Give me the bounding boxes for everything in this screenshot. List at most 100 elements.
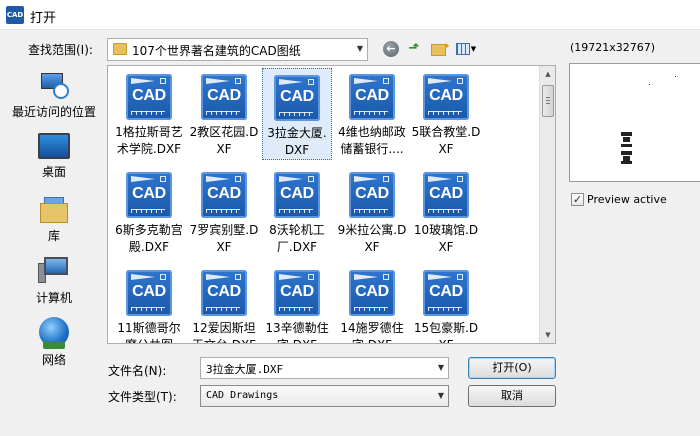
file-item[interactable]: CAD 9米拉公寓.DXF <box>337 166 407 258</box>
file-item-selected[interactable]: CAD 3拉金大厦.DXF <box>262 68 332 160</box>
cad-file-icon: CAD <box>126 172 172 218</box>
preview-active-label: Preview active <box>587 193 667 206</box>
place-recent[interactable]: 最近访问的位置 <box>6 69 102 120</box>
place-label: 网络 <box>41 353 66 367</box>
chevron-down-icon: ▼ <box>356 44 363 53</box>
new-folder-icon <box>430 37 450 57</box>
cad-app-icon: CAD <box>6 6 24 24</box>
file-name-field[interactable]: 3拉金大厦.DXF ▼ <box>200 357 449 379</box>
library-icon <box>38 195 70 223</box>
desktop-icon <box>38 133 70 159</box>
file-list-scrollbar[interactable]: ▲ ▼ <box>539 66 555 343</box>
cad-file-icon: CAD <box>274 270 320 316</box>
up-folder-button[interactable]: ⬏ <box>404 39 424 59</box>
scroll-up-arrow-icon[interactable]: ▲ <box>540 66 556 82</box>
cad-file-icon: CAD <box>201 172 247 218</box>
network-icon <box>39 317 69 349</box>
preview-drawing-mark <box>675 76 676 77</box>
places-bar: 最近访问的位置 桌面 库 计算机 网络 <box>6 65 102 375</box>
computer-icon <box>38 257 70 285</box>
place-label: 计算机 <box>35 291 72 305</box>
place-library[interactable]: 库 <box>6 195 102 244</box>
file-name: 11斯德哥尔摩公共图 <box>117 321 181 343</box>
cad-file-icon: CAD <box>274 75 320 121</box>
file-item[interactable]: CAD 5联合教堂.DXF <box>411 68 481 160</box>
new-folder-button[interactable] <box>428 37 450 59</box>
look-in-dropdown[interactable]: 107个世界著名建筑的CAD图纸 ▼ <box>107 38 368 61</box>
chevron-down-icon[interactable]: ▼ <box>438 363 444 372</box>
cad-file-icon: CAD <box>274 172 320 218</box>
file-item[interactable]: CAD 1格拉斯哥艺术学院.DXF <box>114 68 184 160</box>
chevron-down-icon: ▼ <box>437 391 444 400</box>
title-bar: CAD 打开 <box>0 0 700 30</box>
recent-places-icon <box>39 69 69 99</box>
folder-icon <box>113 43 127 55</box>
file-name-value: 3拉金大厦.DXF <box>206 363 284 376</box>
cad-file-icon: CAD <box>349 270 395 316</box>
cad-file-icon: CAD <box>423 74 469 120</box>
place-desktop[interactable]: 桌面 <box>6 133 102 180</box>
preview-active-checkbox[interactable]: ✓ <box>571 193 584 206</box>
preview-drawing-mark <box>621 151 632 155</box>
preview-drawing-mark <box>621 161 632 164</box>
file-item[interactable]: CAD 7罗宾别墅.DXF <box>189 166 259 258</box>
file-item[interactable]: CAD 6斯多克勒宫殿.DXF <box>114 166 184 258</box>
file-name: 7罗宾别墅.DXF <box>189 223 259 254</box>
cad-file-icon: CAD <box>201 74 247 120</box>
file-item[interactable]: CAD 10玻璃馆.DXF <box>411 166 481 258</box>
preview-dimensions: (19721x32767) <box>570 41 656 54</box>
file-name: 2教区花园.DXF <box>189 125 259 156</box>
file-type-label: 文件类型(T): <box>108 390 177 404</box>
cad-file-icon: CAD <box>126 270 172 316</box>
view-menu-button[interactable]: ▼ <box>451 39 481 59</box>
file-name-label: 文件名(N): <box>108 364 167 378</box>
cancel-button[interactable]: 取消 <box>468 385 556 407</box>
file-type-select[interactable]: CAD Drawings ▼ <box>200 385 449 407</box>
back-button[interactable]: ← <box>381 39 401 59</box>
window-title: 打开 <box>30 11 57 26</box>
open-button[interactable]: 打开(O) <box>468 357 556 379</box>
file-item[interactable]: CAD 12爱因斯坦天文台.DXF <box>189 264 259 343</box>
file-name: 6斯多克勒宫殿.DXF <box>115 223 183 254</box>
file-item[interactable]: CAD 13辛德勒住宅.DXF <box>262 264 332 343</box>
preview-drawing-mark <box>623 137 630 142</box>
cad-file-icon: CAD <box>349 172 395 218</box>
preview-drawing-mark <box>621 144 632 147</box>
file-type-value: CAD Drawings <box>206 390 279 401</box>
place-label: 最近访问的位置 <box>11 105 96 119</box>
up-folder-icon: ⬏ <box>408 41 420 56</box>
preview-pane <box>569 63 700 182</box>
place-label: 桌面 <box>41 165 66 179</box>
file-name: 8沃轮机工厂.DXF <box>269 223 325 254</box>
file-name: 4维也纳邮政储蓄银行.... <box>338 125 406 156</box>
scroll-down-arrow-icon[interactable]: ▼ <box>540 327 556 343</box>
file-name: 9米拉公寓.DXF <box>337 223 407 254</box>
file-name: 10玻璃馆.DXF <box>413 223 479 254</box>
file-item[interactable]: CAD 4维也纳邮政储蓄银行.... <box>337 68 407 160</box>
file-item[interactable]: CAD 14施罗德住宅.DXF <box>337 264 407 343</box>
scrollbar-thumb[interactable] <box>542 85 554 117</box>
cad-file-icon: CAD <box>201 270 247 316</box>
place-network[interactable]: 网络 <box>6 317 102 368</box>
view-menu-icon <box>455 43 470 55</box>
file-name: 15包豪斯.DXF <box>413 321 479 343</box>
file-name: 12爱因斯坦天文台.DXF <box>192 321 256 343</box>
place-label: 库 <box>47 229 60 243</box>
file-item[interactable]: CAD 2教区花园.DXF <box>189 68 259 160</box>
place-computer[interactable]: 计算机 <box>6 257 102 306</box>
back-arrow-icon: ← <box>383 41 399 57</box>
file-item[interactable]: CAD 15包豪斯.DXF <box>411 264 481 343</box>
file-list[interactable]: CAD 1格拉斯哥艺术学院.DXF CAD 2教区花园.DXF CAD 3拉金大… <box>107 65 556 344</box>
cad-file-icon: CAD <box>423 172 469 218</box>
look-in-path: 107个世界著名建筑的CAD图纸 <box>132 44 301 58</box>
look-in-label: 查找范围(I): <box>28 43 93 57</box>
file-name: 13辛德勒住宅.DXF <box>265 321 329 343</box>
file-item[interactable]: CAD 11斯德哥尔摩公共图 <box>114 264 184 343</box>
file-name: 1格拉斯哥艺术学院.DXF <box>115 125 183 156</box>
cad-file-icon: CAD <box>349 74 395 120</box>
cad-file-icon: CAD <box>423 270 469 316</box>
file-name: 5联合教堂.DXF <box>411 125 481 156</box>
file-item[interactable]: CAD 8沃轮机工厂.DXF <box>262 166 332 258</box>
cad-file-icon: CAD <box>126 74 172 120</box>
file-name: 14施罗德住宅.DXF <box>340 321 404 343</box>
